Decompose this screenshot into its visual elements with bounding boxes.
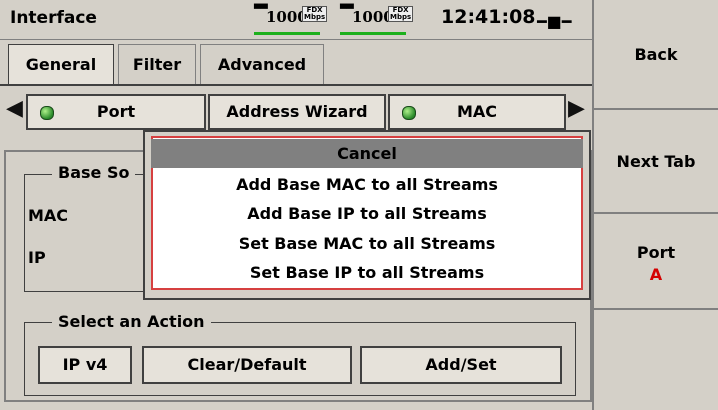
mac-button-label: MAC <box>456 102 498 121</box>
mac-field-label: MAC <box>28 206 69 225</box>
duplex-badge: FDX Mbps <box>388 6 414 22</box>
clear-default-button-label: Clear/Default <box>187 355 307 374</box>
address-wizard-button[interactable]: Address Wizard <box>208 94 386 130</box>
menu-item-cancel[interactable]: Cancel <box>151 139 583 168</box>
status-led-icon <box>402 106 416 120</box>
scroll-right-arrow-icon[interactable]: ▶ <box>568 96 585 121</box>
base-section-legend: Base So <box>52 163 136 182</box>
ipv4-button-label: IP v4 <box>62 355 108 374</box>
clear-default-button[interactable]: Clear/Default <box>142 346 352 384</box>
menu-item-add-base-ip[interactable]: Add Base IP to all Streams <box>151 199 583 228</box>
menu-item-add-base-mac[interactable]: Add Base MAC to all Streams <box>151 170 583 199</box>
base-section-group <box>24 174 156 292</box>
port-select-value: A <box>649 265 663 284</box>
power-plug-icon: ━■━ <box>537 12 572 31</box>
port-select-button[interactable]: Port A <box>592 214 718 310</box>
address-wizard-label: Address Wizard <box>226 102 368 121</box>
menu-item-set-base-mac[interactable]: Set Base MAC to all Streams <box>151 229 583 258</box>
link-speed-indicator-1: ▀▀ 1000 FDX Mbps <box>254 6 328 35</box>
back-button-label: Back <box>634 45 678 64</box>
status-led-icon <box>40 106 54 120</box>
tab-general[interactable]: General <box>8 44 114 84</box>
add-set-button[interactable]: Add/Set <box>360 346 562 384</box>
link-bar <box>340 32 406 35</box>
add-set-button-label: Add/Set <box>425 355 497 374</box>
next-tab-button-label: Next Tab <box>616 152 696 171</box>
scroll-left-arrow-icon[interactable]: ◀ <box>6 96 23 121</box>
menu-item-set-base-ip[interactable]: Set Base IP to all Streams <box>151 258 583 287</box>
clock: 12:41:08 <box>441 6 536 28</box>
tab-filter[interactable]: Filter <box>118 44 196 84</box>
port-button[interactable]: Port <box>26 94 206 130</box>
empty-softkey[interactable] <box>592 310 718 410</box>
tab-label: General <box>25 55 97 74</box>
window-title: Interface <box>10 8 97 28</box>
back-button[interactable]: Back <box>592 0 718 110</box>
ip-field-label: IP <box>28 248 46 267</box>
speed-unit: Mbps <box>390 13 412 21</box>
port-select-label: Port <box>636 243 676 262</box>
port-button-label: Port <box>96 102 136 121</box>
mac-button[interactable]: MAC <box>388 94 566 130</box>
speed-unit: Mbps <box>304 13 326 21</box>
tab-divider <box>0 84 592 86</box>
tab-advanced[interactable]: Advanced <box>200 44 324 84</box>
next-tab-button[interactable]: Next Tab <box>592 110 718 214</box>
link-speed-indicator-2: ▀▀ 1000 FDX Mbps <box>340 6 414 35</box>
ipv4-button[interactable]: IP v4 <box>38 346 132 384</box>
duplex-badge: FDX Mbps <box>302 6 328 22</box>
tab-label: Advanced <box>217 55 307 74</box>
tab-label: Filter <box>132 55 182 74</box>
link-bar <box>254 32 320 35</box>
action-section-legend: Select an Action <box>52 312 211 331</box>
